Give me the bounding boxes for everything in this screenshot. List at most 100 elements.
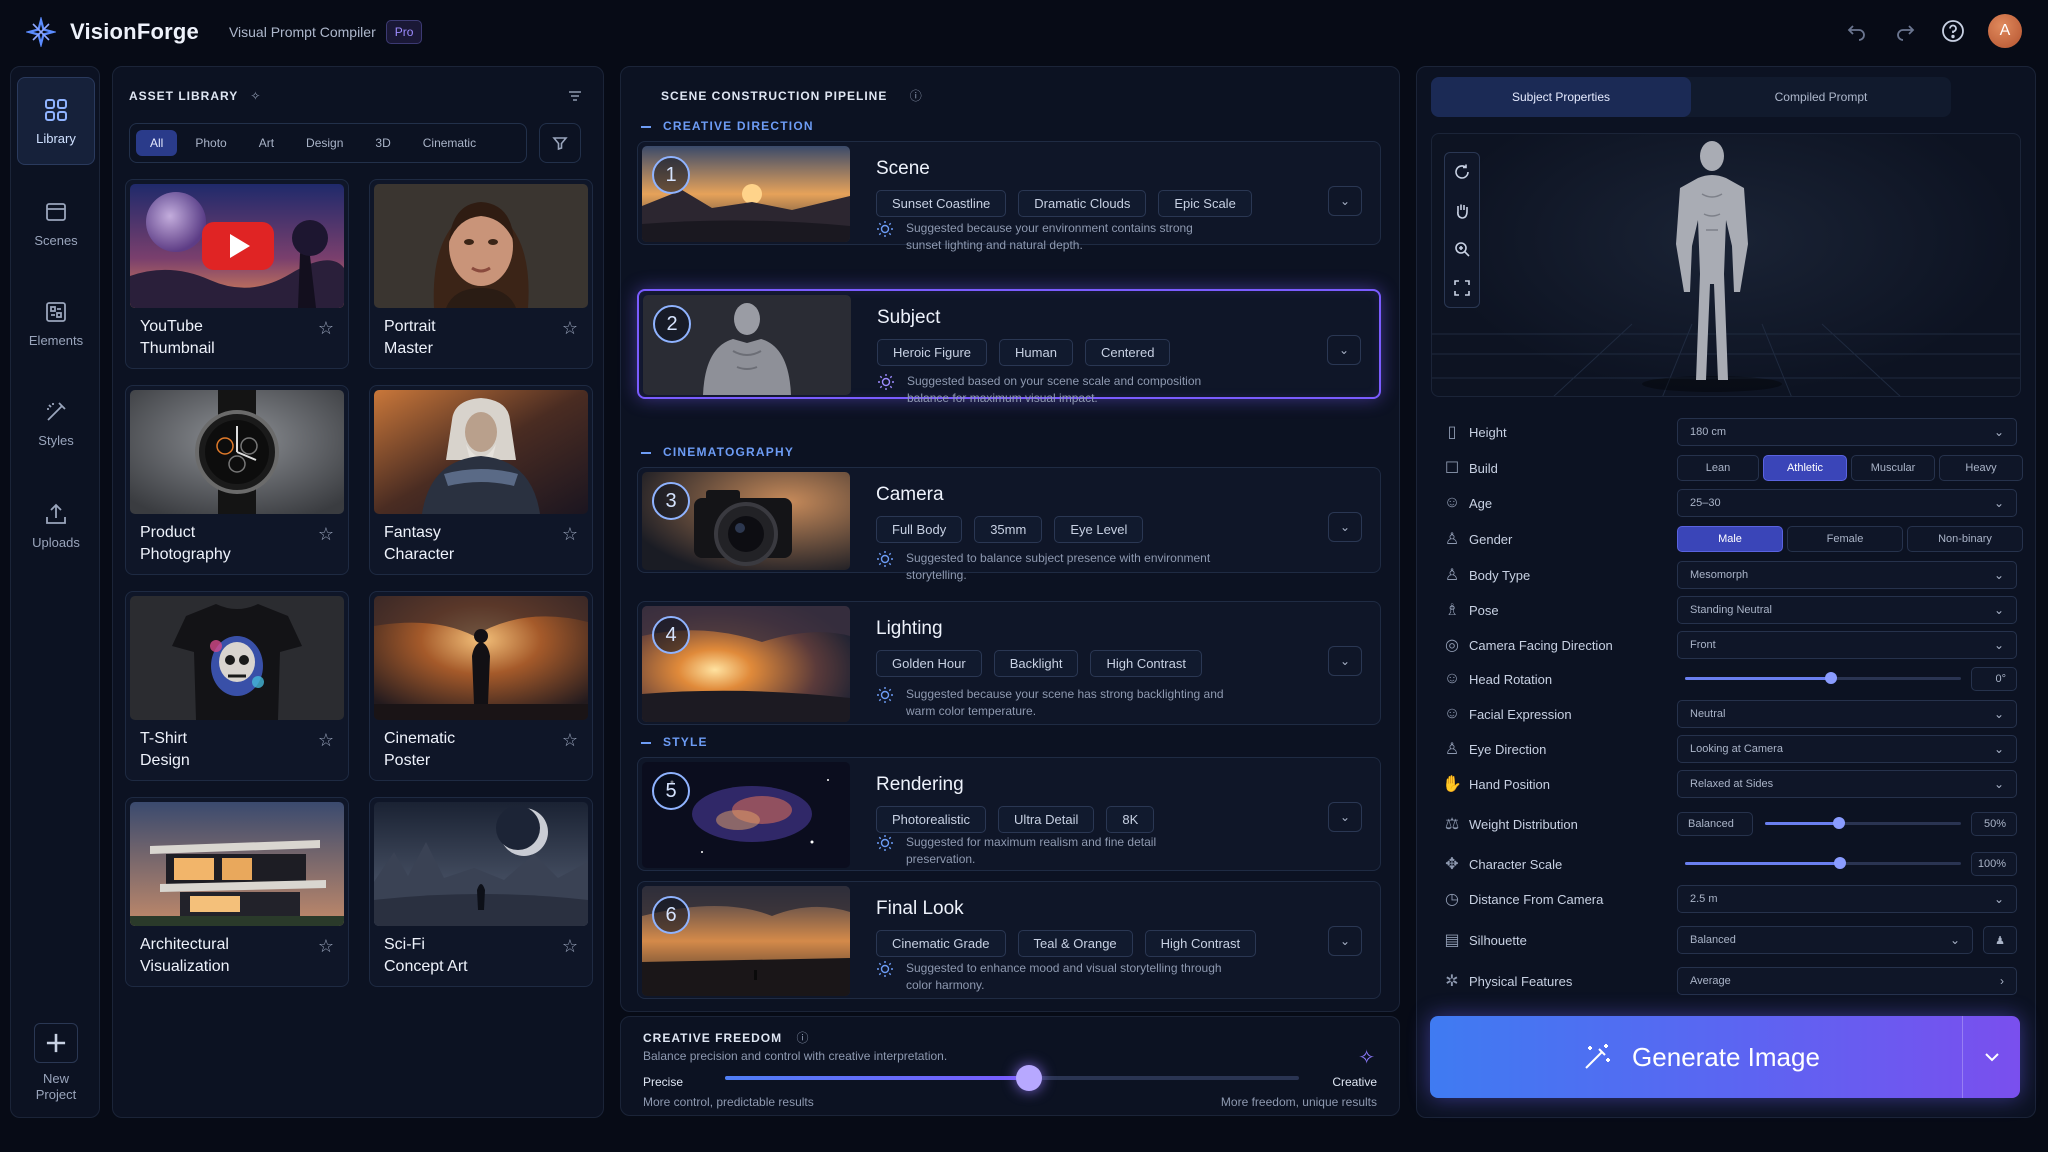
nav-item-scenes[interactable]: Scenes <box>17 179 95 267</box>
tag-chip[interactable]: Full Body <box>876 516 963 543</box>
pose-select[interactable]: Standing Neutral ⌄ <box>1677 596 2017 624</box>
weight-distribution-slider[interactable] <box>1765 817 1961 829</box>
head-rotation-slider[interactable] <box>1685 672 1961 684</box>
tag-chip[interactable]: Heroic Figure <box>877 339 988 366</box>
tag-chip[interactable]: Eye Level <box>1054 516 1144 543</box>
tag-chip[interactable]: Human <box>999 339 1073 366</box>
star-icon[interactable]: ☆ <box>318 318 334 339</box>
asset-card-cinematic-poster[interactable]: Cinematic Poster ☆ <box>369 591 593 781</box>
generate-options-button[interactable] <box>1962 1016 2020 1098</box>
info-icon[interactable]: ⓘ <box>910 89 923 103</box>
body-type-select[interactable]: Mesomorph ⌄ <box>1677 561 2017 589</box>
character-scale-value[interactable]: 100% <box>1971 852 2017 876</box>
tag-chip[interactable]: 35mm <box>974 516 1043 543</box>
figure-icon[interactable]: ♟ <box>1983 926 2017 954</box>
tag-chip[interactable]: Golden Hour <box>876 650 982 677</box>
filter-chip-design[interactable]: Design <box>292 130 357 156</box>
asset-card-product-photography[interactable]: Product Photography ☆ <box>125 385 349 575</box>
zoom-icon[interactable] <box>1453 240 1471 258</box>
silhouette-select[interactable]: Balanced ⌄ <box>1677 926 1973 954</box>
weight-value[interactable]: 50% <box>1971 812 2017 836</box>
nav-item-elements[interactable]: Elements <box>17 279 95 367</box>
filter-chip-photo[interactable]: Photo <box>181 130 240 156</box>
gender-option-female[interactable]: Female <box>1787 526 1903 552</box>
camera-facing-select[interactable]: Front ⌄ <box>1677 631 2017 659</box>
expand-button[interactable]: ⌄ <box>1328 186 1362 216</box>
build-option-athletic[interactable]: Athletic <box>1763 455 1847 481</box>
weight-chip[interactable]: Balanced <box>1677 812 1753 836</box>
redo-icon[interactable] <box>1892 18 1918 44</box>
pipeline-step-camera[interactable]: 3 Camera Full Body 35mm Eye Level ⌄ Sugg… <box>637 467 1381 582</box>
nav-item-styles[interactable]: Styles <box>17 379 95 467</box>
rotate-icon[interactable] <box>1453 163 1471 181</box>
pipeline-step-lighting[interactable]: 4 Lighting Golden Hour Backlight High Co… <box>637 601 1381 725</box>
star-icon[interactable]: ☆ <box>562 936 578 957</box>
star-icon[interactable]: ☆ <box>562 524 578 545</box>
tag-chip[interactable]: Sunset Coastline <box>876 190 1007 217</box>
tab-subject-properties[interactable]: Subject Properties <box>1431 77 1691 117</box>
tag-chip[interactable]: High Contrast <box>1144 930 1257 957</box>
tag-chip[interactable]: Dramatic Clouds <box>1018 190 1147 217</box>
nav-item-library[interactable]: Library <box>17 77 95 165</box>
pipeline-step-rendering[interactable]: 5 Rendering Photorealistic Ultra Detail … <box>637 757 1381 871</box>
asset-card-tshirt-design[interactable]: T-Shirt Design ☆ <box>125 591 349 781</box>
character-scale-slider[interactable] <box>1685 857 1961 869</box>
filter-chip-3d[interactable]: 3D <box>361 130 404 156</box>
help-icon[interactable] <box>1940 18 1966 44</box>
gender-option-nonbinary[interactable]: Non-binary <box>1907 526 2023 552</box>
tag-chip[interactable]: Backlight <box>993 650 1079 677</box>
tab-compiled-prompt[interactable]: Compiled Prompt <box>1691 77 1951 117</box>
filter-button[interactable] <box>539 123 581 163</box>
asset-card-portrait-master[interactable]: Portrait Master ☆ <box>369 179 593 369</box>
expand-button[interactable]: ⌄ <box>1328 646 1362 676</box>
creative-freedom-slider[interactable] <box>725 1065 1299 1091</box>
slider-handle[interactable] <box>1833 857 1846 869</box>
pipeline-step-scene[interactable]: 1 Scene Sunset Coastline Dramatic Clouds… <box>637 141 1381 252</box>
star-icon[interactable]: ☆ <box>318 936 334 957</box>
new-project-button[interactable]: New Project <box>17 1013 95 1113</box>
tag-chip[interactable]: Photorealistic <box>876 806 987 833</box>
distance-select[interactable]: 2.5 m ⌄ <box>1677 885 2017 913</box>
expand-button[interactable]: ⌄ <box>1328 926 1362 956</box>
asset-card-fantasy-character[interactable]: Fantasy Character ☆ <box>369 385 593 575</box>
pipeline-step-subject[interactable]: 2 Subject Heroic Figure Human Centered ⌄… <box>637 289 1381 405</box>
build-option-muscular[interactable]: Muscular <box>1851 455 1935 481</box>
star-icon[interactable]: ☆ <box>562 318 578 339</box>
asset-card-youtube-thumbnail[interactable]: YouTube Thumbnail ☆ <box>125 179 349 369</box>
filter-chip-art[interactable]: Art <box>245 130 288 156</box>
expand-button[interactable]: ⌄ <box>1328 802 1362 832</box>
tag-chip[interactable]: Centered <box>1084 339 1171 366</box>
3d-viewport[interactable] <box>1431 133 2021 397</box>
build-option-lean[interactable]: Lean <box>1677 455 1759 481</box>
filter-chip-all[interactable]: All <box>136 130 178 156</box>
expand-button[interactable]: ⌄ <box>1327 335 1361 365</box>
avatar[interactable]: A <box>1988 14 2022 48</box>
generate-image-button[interactable]: Generate Image <box>1430 1016 2020 1098</box>
tag-chip[interactable]: Ultra Detail <box>998 806 1095 833</box>
height-select[interactable]: 180 cm ⌄ <box>1677 418 2017 446</box>
slider-handle[interactable] <box>1016 1065 1043 1091</box>
fullscreen-icon[interactable] <box>1453 279 1471 297</box>
info-icon[interactable]: ⓘ <box>796 1031 809 1045</box>
tag-chip[interactable]: High Contrast <box>1090 650 1202 677</box>
gender-option-male[interactable]: Male <box>1677 526 1783 552</box>
expand-button[interactable]: ⌄ <box>1328 512 1362 542</box>
tag-chip[interactable]: Epic Scale <box>1158 190 1252 217</box>
star-icon[interactable]: ☆ <box>318 524 334 545</box>
tag-chip[interactable]: Cinematic Grade <box>876 930 1006 957</box>
slider-handle[interactable] <box>1833 817 1846 829</box>
hand-icon[interactable] <box>1453 202 1471 220</box>
nav-item-uploads[interactable]: Uploads <box>17 481 95 569</box>
star-icon[interactable]: ☆ <box>318 730 334 751</box>
star-icon[interactable]: ☆ <box>562 730 578 751</box>
eye-direction-select[interactable]: Looking at Camera ⌄ <box>1677 735 2017 763</box>
asset-card-architectural-visualization[interactable]: Architectural Visualization ☆ <box>125 797 349 987</box>
head-rotation-value[interactable]: 0° <box>1971 667 2017 691</box>
slider-handle[interactable] <box>1825 672 1838 684</box>
tag-chip[interactable]: Teal & Orange <box>1017 930 1133 957</box>
pipeline-step-final-look[interactable]: 6 Final Look Cinematic Grade Teal & Oran… <box>637 881 1381 999</box>
filter-chip-cinematic[interactable]: Cinematic <box>409 130 490 156</box>
tag-chip[interactable]: 8K <box>1106 806 1155 833</box>
expression-select[interactable]: Neutral ⌄ <box>1677 700 2017 728</box>
build-option-heavy[interactable]: Heavy <box>1939 455 2023 481</box>
